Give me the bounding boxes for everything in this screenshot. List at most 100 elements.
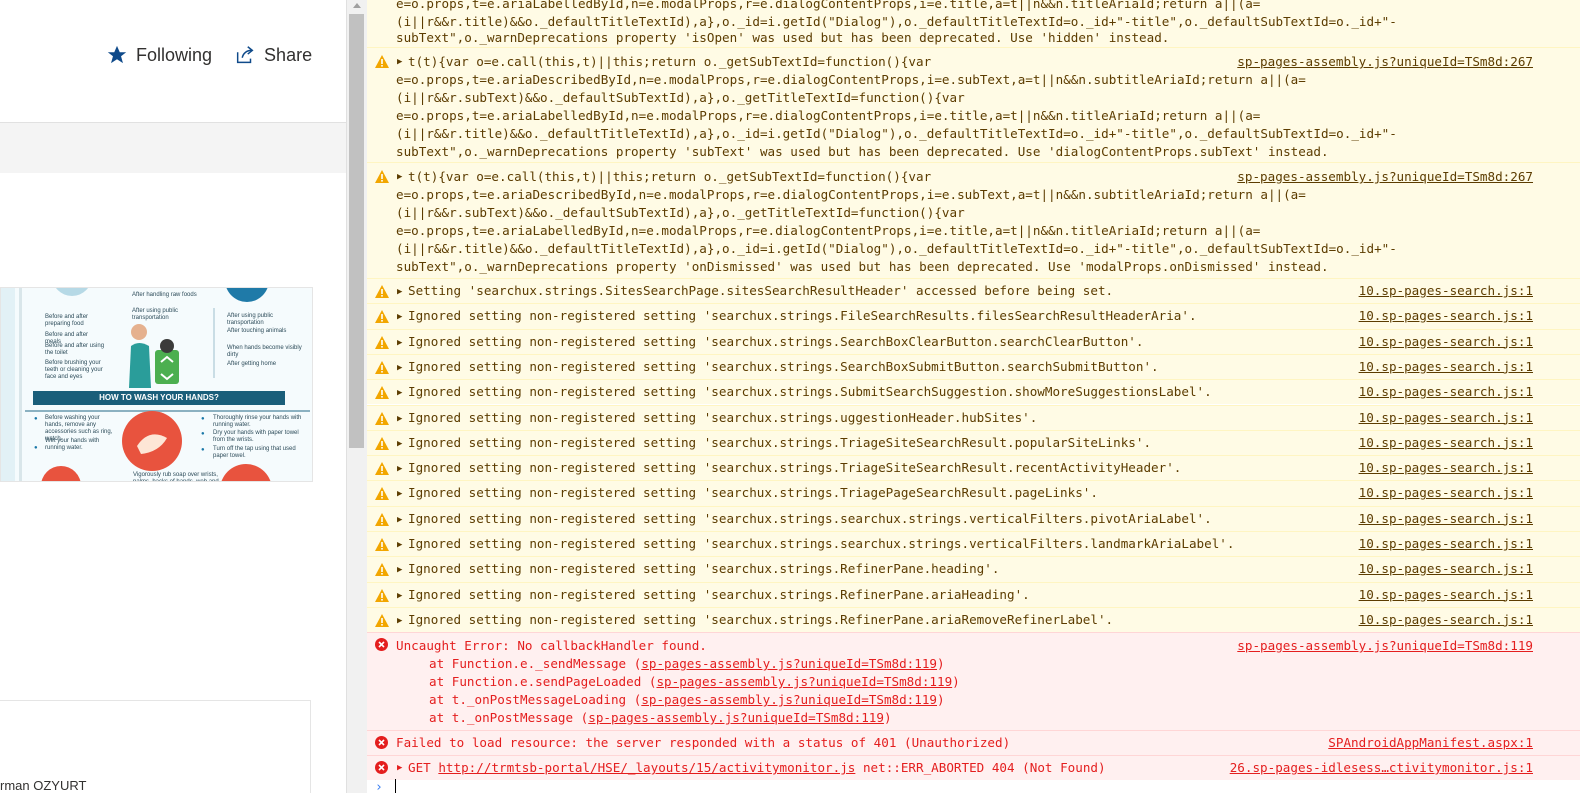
following-label: Following: [136, 44, 213, 65]
source-link[interactable]: 10.sp-pages-search.js:1: [1359, 535, 1533, 553]
source-link[interactable]: 10.sp-pages-search.js:1: [1359, 333, 1533, 351]
console-input[interactable]: [395, 779, 396, 793]
source-link[interactable]: sp-pages-assembly.js?uniqueId=TSm8d:267: [1237, 168, 1533, 186]
console-warning-row[interactable]: ▶ Setting 'searchux.strings.SitesSearchPa…: [367, 278, 1580, 304]
console-message-line: subText",o._warnDeprecations property 'i…: [396, 30, 1170, 45]
expand-triangle-icon[interactable]: ▶: [397, 763, 402, 773]
console-warning-row[interactable]: ▶ Ignored setting non-registered setting …: [367, 303, 1580, 329]
share-label: Share: [264, 44, 313, 65]
console-message-line: Ignored setting non-registered setting '…: [408, 485, 1098, 501]
source-link[interactable]: 10.sp-pages-search.js:1: [1359, 586, 1533, 604]
expand-triangle-icon[interactable]: ▶: [397, 363, 402, 373]
step-number-icon: ●: [201, 431, 205, 437]
source-link[interactable]: sp-pages-assembly.js?uniqueId=TSm8d:267: [1237, 53, 1533, 71]
console-warning-row[interactable]: ▶ Ignored setting non-registered setting …: [367, 429, 1580, 456]
console-warning-row[interactable]: ▶ Ignored setting non-registered setting …: [367, 455, 1580, 481]
source-link[interactable]: 10.sp-pages-search.js:1: [1359, 358, 1533, 376]
author-name[interactable]: rman OZYURT: [0, 778, 86, 793]
expand-triangle-icon[interactable]: ▶: [397, 338, 402, 348]
console-error-row[interactable]: Failed to load resource: the server resp…: [367, 730, 1580, 755]
console-message-line: Ignored setting non-registered setting '…: [408, 308, 1197, 324]
expand-triangle-icon[interactable]: ▶: [397, 464, 402, 474]
source-link[interactable]: 10.sp-pages-search.js:1: [1359, 383, 1533, 401]
expand-triangle-icon[interactable]: ▶: [397, 287, 402, 297]
expand-triangle-icon[interactable]: ▶: [397, 565, 402, 575]
stack-frame-text: ): [883, 710, 892, 725]
source-link[interactable]: 10.sp-pages-search.js:1: [1359, 307, 1533, 325]
console-message-line: Ignored setting non-registered setting '…: [408, 434, 1152, 450]
expand-triangle-icon[interactable]: ▶: [397, 591, 402, 601]
poster-text: Before brushing your teeth or cleaning y…: [45, 360, 103, 380]
expand-triangle-icon[interactable]: ▶: [397, 172, 402, 182]
warning-icon: [375, 386, 389, 400]
source-link[interactable]: SPAndroidAppManifest.aspx:1: [1328, 734, 1533, 752]
stack-frame: at t._onPostMessageLoading (sp-pages-ass…: [429, 691, 945, 709]
stack-frame-link[interactable]: sp-pages-assembly.js?uniqueId=TSm8d:119: [641, 656, 937, 671]
poster-circle-icon: [41, 466, 81, 481]
console-warning-row[interactable]: ▶ Ignored setting non-registered setting …: [367, 556, 1580, 582]
request-url-link[interactable]: http://trmtsb-portal/HSE/_layouts/15/act…: [438, 760, 855, 775]
warning-icon: [375, 335, 389, 349]
source-link[interactable]: 10.sp-pages-search.js:1: [1359, 611, 1533, 629]
console-error-row[interactable]: ▶ GET http://trmtsb-portal/HSE/_layouts/…: [367, 755, 1580, 780]
share-button[interactable]: Share: [234, 44, 312, 66]
expand-triangle-icon[interactable]: ▶: [397, 439, 402, 449]
page-scrollbar[interactable]: [346, 0, 367, 793]
console-warning-row[interactable]: ▶ Ignored setting non-registered setting …: [367, 531, 1580, 557]
console-warning-row[interactable]: ▶ Ignored setting non-registered setting …: [367, 480, 1580, 506]
console-warning-row[interactable]: ▶ Ignored setting non-registered setting …: [367, 379, 1580, 405]
console-message-line: (i||r&&r.title)&&o._defaultTitleTextId),…: [396, 241, 1397, 256]
source-link[interactable]: 10.sp-pages-search.js:1: [1359, 510, 1533, 528]
source-link[interactable]: 10.sp-pages-search.js:1: [1359, 484, 1533, 502]
console-warning-row[interactable]: ▶ Ignored setting non-registered setting …: [367, 505, 1580, 531]
source-link[interactable]: sp-pages-assembly.js?uniqueId=TSm8d:119: [1237, 637, 1533, 655]
scrollbar-thumb[interactable]: [349, 14, 364, 448]
source-link[interactable]: 10.sp-pages-search.js:1: [1359, 560, 1533, 578]
error-message: Uncaught Error: No callbackHandler found…: [396, 638, 707, 653]
source-link[interactable]: 10.sp-pages-search.js:1: [1359, 282, 1533, 300]
poster-text: Wet your hands with running water.: [45, 438, 100, 451]
console-warning-row[interactable]: ▶ t(t){var o=e.call(this,t)||this;return…: [367, 162, 1580, 278]
expand-triangle-icon[interactable]: ▶: [397, 489, 402, 499]
expand-triangle-icon[interactable]: ▶: [397, 515, 402, 525]
source-link[interactable]: 10.sp-pages-search.js:1: [1359, 434, 1533, 452]
stack-frame: at Function.e.sendPageLoaded (sp-pages-a…: [429, 673, 960, 691]
source-link[interactable]: 26.sp-pages-idlesess…ctivitymonitor.js:1: [1230, 759, 1533, 777]
console-message-line: Ignored setting non-registered setting '…: [408, 358, 1159, 374]
poster-text: Vigorously rub soap over wrists, palms, …: [133, 472, 219, 482]
console-warning-row[interactable]: e=o.props,t=e.ariaLabelledById,n=e.modal…: [367, 0, 1580, 47]
console-warning-row[interactable]: ▶ Ignored setting non-registered setting …: [367, 581, 1580, 607]
console-warning-row[interactable]: ▶ t(t){var o=e.call(this,t)||this;return…: [367, 47, 1580, 162]
console-warning-row[interactable]: ▶ Ignored setting non-registered setting …: [367, 606, 1580, 633]
console-message-line: (i||r&&r.subText)&&o._defaultSubTextId),…: [396, 205, 965, 220]
expand-triangle-icon[interactable]: ▶: [397, 312, 402, 322]
stack-frame-link[interactable]: sp-pages-assembly.js?uniqueId=TSm8d:119: [588, 710, 884, 725]
console-message-line: (i||r&&r.title)&&o._defaultTitleTextId),…: [396, 126, 1397, 141]
expand-triangle-icon[interactable]: ▶: [397, 414, 402, 424]
warning-icon: [375, 538, 389, 551]
following-button[interactable]: Following: [106, 44, 212, 66]
hand-washing-poster-image[interactable]: Before and after preparing food Before a…: [0, 287, 313, 482]
scroll-up-arrow-icon[interactable]: [353, 3, 361, 8]
console-error-row[interactable]: Uncaught Error: No callbackHandler found…: [367, 632, 1580, 730]
error-message: Failed to load resource: the server resp…: [396, 735, 1011, 750]
expand-triangle-icon[interactable]: ▶: [397, 388, 402, 398]
console-message-line: e=o.props,t=e.ariaDescribedById,n=e.moda…: [396, 187, 1306, 202]
expand-triangle-icon[interactable]: ▶: [397, 540, 402, 550]
console-warning-row[interactable]: ▶ Ignored setting non-registered setting …: [367, 353, 1580, 380]
expand-triangle-icon[interactable]: ▶: [397, 616, 402, 626]
sharepoint-page: Following Share Before and after prepari…: [0, 0, 346, 793]
stack-frame-link[interactable]: sp-pages-assembly.js?uniqueId=TSm8d:119: [641, 692, 937, 707]
console-message-line: Ignored setting non-registered setting '…: [408, 536, 1235, 551]
stack-frame-link[interactable]: sp-pages-assembly.js?uniqueId=TSm8d:119: [656, 674, 952, 689]
source-link[interactable]: 10.sp-pages-search.js:1: [1359, 409, 1533, 427]
person-recycling-icon: [129, 324, 179, 388]
console-message-line: t(t){var o=e.call(this,t)||this;return o…: [408, 169, 932, 184]
poster-text: Turn off the tap using that used paper t…: [213, 446, 296, 459]
console-warning-row[interactable]: ▶ Ignored setting non-registered setting …: [367, 404, 1580, 430]
expand-triangle-icon[interactable]: ▶: [397, 57, 402, 67]
poster-text: After using public transportation: [227, 313, 274, 326]
console-warning-row[interactable]: ▶ Ignored setting non-registered setting …: [367, 328, 1580, 354]
source-link[interactable]: 10.sp-pages-search.js:1: [1359, 459, 1533, 477]
error-icon: [375, 638, 388, 651]
